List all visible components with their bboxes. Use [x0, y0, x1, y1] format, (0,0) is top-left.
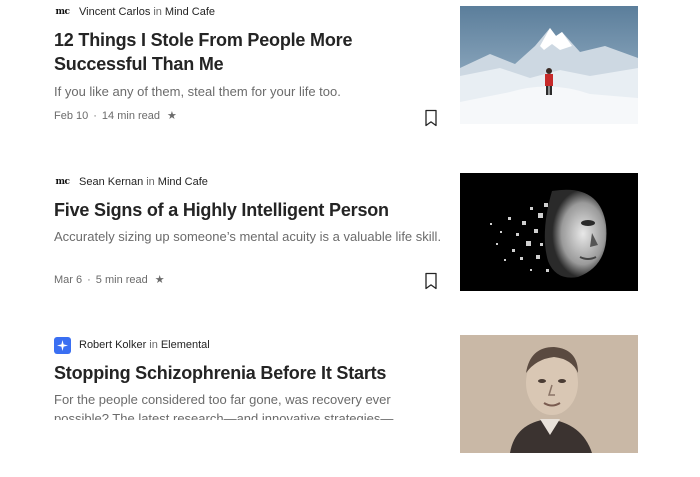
byline: Robert Kolker in Elemental [54, 336, 210, 354]
article-meta: Feb 10 · 14 min read ★ [54, 109, 177, 123]
mind-cafe-logo-icon[interactable]: mc [54, 174, 71, 191]
article-description[interactable]: If you like any of them, steal them for … [54, 82, 444, 101]
member-star-icon: ★ [154, 274, 165, 286]
article-title[interactable]: Five Signs of a Highly Intelligent Perso… [54, 198, 436, 222]
publication-name[interactable]: Mind Cafe [158, 176, 208, 188]
publish-date: Feb 10 [54, 109, 89, 122]
read-time: 5 min read [95, 273, 148, 286]
bookmark-icon[interactable] [424, 109, 438, 127]
publication-name[interactable]: Mind Cafe [165, 6, 215, 18]
in-label: in [149, 339, 158, 351]
article-title[interactable]: 12 Things I Stole From People More Succe… [54, 28, 436, 76]
article-description[interactable]: Accurately sizing up someone’s mental ac… [54, 227, 444, 265]
meta-separator: · [93, 109, 97, 122]
in-label: in [153, 6, 162, 18]
mind-cafe-logo-icon[interactable]: mc [54, 4, 71, 21]
vintage-portrait-image[interactable] [460, 335, 638, 453]
article-description[interactable]: For the people considered too far gone, … [54, 390, 444, 420]
article-meta: Mar 6 · 5 min read ★ [54, 273, 165, 287]
article-card[interactable]: mc Sean Kernan in Mind Cafe Five Signs o… [54, 173, 638, 314]
mountain-climber-image[interactable] [460, 6, 638, 124]
author-name[interactable]: Robert Kolker [79, 339, 146, 351]
byline: mc Vincent Carlos in Mind Cafe [54, 4, 215, 20]
article-title[interactable]: Stopping Schizophrenia Before It Starts [54, 361, 436, 385]
article-card[interactable]: mc Vincent Carlos in Mind Cafe 12 Things… [54, 4, 638, 144]
in-label: in [146, 176, 155, 188]
author-name[interactable]: Sean Kernan [79, 176, 143, 188]
byline: mc Sean Kernan in Mind Cafe [54, 174, 208, 191]
read-time: 14 min read [101, 109, 161, 122]
article-feed: mc Vincent Carlos in Mind Cafe 12 Things… [0, 0, 700, 453]
bookmark-icon[interactable] [424, 272, 438, 290]
pixelated-face-image[interactable] [460, 173, 638, 291]
article-card[interactable]: Robert Kolker in Elemental Stopping Schi… [54, 335, 638, 477]
author-name[interactable]: Vincent Carlos [79, 6, 150, 18]
member-star-icon: ★ [167, 110, 177, 122]
elemental-logo-icon[interactable] [54, 336, 71, 354]
publish-date: Mar 6 [54, 273, 83, 286]
meta-separator: · [87, 273, 91, 286]
publication-name[interactable]: Elemental [161, 339, 210, 351]
